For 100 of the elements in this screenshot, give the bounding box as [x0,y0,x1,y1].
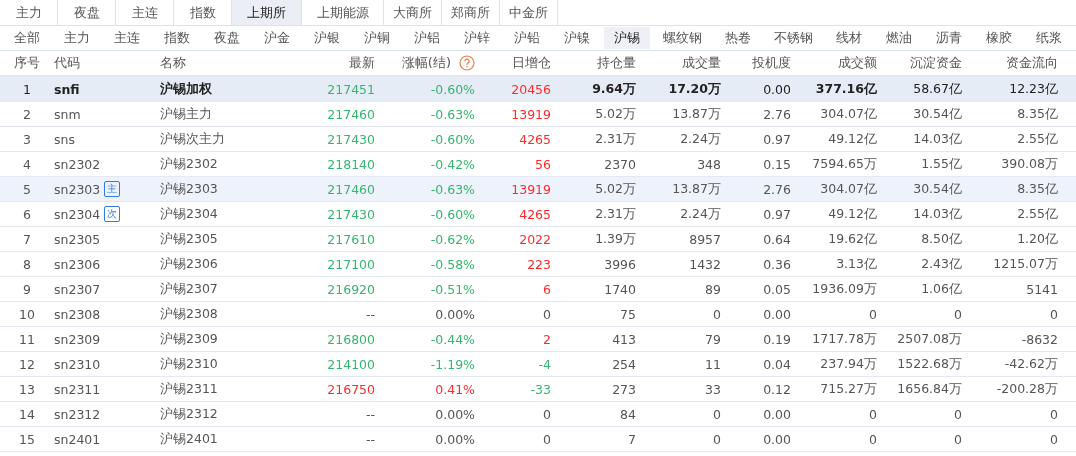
table-row[interactable]: 5 sn2303 主 沪锡2303 217460 -0.63% 13919 5.02万 13.87万 2.76 304.07亿 30.54亿 8.35亿 [0,177,1076,202]
table-cell: sn2302 [54,156,101,172]
table-cell: 49.12亿 [828,130,877,148]
table-cell: 2507.08万 [897,330,962,348]
table-cell: 0.41% [435,381,475,397]
table-cell: 0 [869,306,877,322]
table-cell: 2 [23,106,31,122]
table-cell: 7 [23,231,31,247]
table-cell: 1.55亿 [921,155,962,173]
table-cell: 8.50亿 [921,230,962,248]
table-row[interactable]: 8 sn2306 沪锡2306 217100 -0.58% 223 3996 1432 0.36 3.13亿 2.43亿 1215.07万 [0,252,1076,277]
column-header[interactable]: 成交额 [838,54,877,72]
column-header[interactable]: 序号 [14,54,40,72]
column-header[interactable]: 涨幅(结) [401,54,451,72]
table-cell: 14.03亿 [913,205,962,223]
table-cell: 13919 [511,106,551,122]
table-cell: 17.20万 [668,80,721,98]
product-tab[interactable]: 沪锡 [604,27,650,49]
table-cell: 2.55亿 [1017,130,1058,148]
table-cell: 3996 [604,256,636,272]
table-row[interactable]: 12 sn2310 沪锡2310 214100 -1.19% -4 254 11 0.04 237.94万 1522.68万 -42.62万 [0,352,1076,377]
table-cell: 12.23亿 [1009,80,1058,98]
table-cell: 2.24万 [680,130,721,148]
table-cell: -- [365,431,375,447]
table-cell: 0 [1050,306,1058,322]
table-cell: 1432 [689,256,721,272]
table-cell: 304.07亿 [820,180,877,198]
table-row[interactable]: 15 sn2401 沪锡2401 -- 0.00% 0 7 0 0.00 0 0 0 [0,427,1076,452]
exchange-tab[interactable]: 上期所 [232,0,302,25]
table-cell: 13.87万 [672,180,721,198]
column-header[interactable]: 资金流向 [1006,54,1058,72]
table-cell: 348 [697,156,721,172]
table-row[interactable]: 1 snfi 沪锡加权 217451 -0.60% 20456 9.64万 17.20万 0.00 377.16亿 58.67亿 12.23亿 [0,77,1076,102]
table-cell: 9 [23,281,31,297]
column-header[interactable]: 沉淀资金 [910,54,962,72]
table-cell: 0.00 [763,81,791,97]
table-cell: -0.63% [430,106,475,122]
table-cell: -8632 [1021,331,1058,347]
table-cell: 0 [1050,431,1058,447]
table-cell: 0.00% [435,431,475,447]
table-cell: 237.94万 [820,355,877,373]
table-cell: 49.12亿 [828,205,877,223]
table-cell: 390.08万 [1001,155,1058,173]
table-row[interactable]: 6 sn2304 次 沪锡2304 217430 -0.60% 4265 2.31万 2.24万 0.97 49.12亿 14.03亿 2.55亿 [0,202,1076,227]
table-cell: -4 [538,356,551,372]
table-cell: 2.31万 [595,205,636,223]
table-cell: 20456 [511,81,551,97]
table-cell: sn2305 [54,231,101,247]
table-row[interactable]: 13 sn2311 沪锡2311 216750 0.41% -33 273 33 0.12 715.27万 1656.84万 -200.28万 [0,377,1076,402]
help-icon[interactable] [459,55,475,71]
table-row[interactable]: 2 snm 沪锡主力 217460 -0.63% 13919 5.02万 13.87万 2.76 304.07亿 30.54亿 8.35亿 [0,102,1076,127]
table-cell: 6 [543,281,551,297]
table-cell: 4265 [519,206,551,222]
table-cell: 沪锡2302 [160,155,218,173]
table-cell: 0 [1050,406,1058,422]
table-cell: 2.76 [763,181,791,197]
table-cell: 1215.07万 [993,255,1058,273]
column-header[interactable]: 成交量 [682,54,721,72]
table-cell: 2370 [604,156,636,172]
table-cell: 2.43亿 [921,255,962,273]
table-cell: 58.67亿 [913,80,962,98]
table-cell: 13.87万 [672,105,721,123]
table-cell: 2.31万 [595,130,636,148]
table-cell: 5141 [1026,281,1058,297]
table-cell: 1 [23,81,31,97]
table-cell: 1656.84万 [897,380,962,398]
column-header[interactable]: 日增仓 [512,54,551,72]
column-header[interactable]: 最新 [349,54,375,72]
table-cell: 2.55亿 [1017,205,1058,223]
table-cell: 7594.65万 [812,155,877,173]
table-cell: -33 [530,381,551,397]
table-cell: 223 [527,256,551,272]
table-cell: 0 [954,306,962,322]
table-cell: 3.13亿 [836,255,877,273]
table-row[interactable]: 11 sn2309 沪锡2309 216800 -0.44% 2 413 79 0.19 1717.78万 2507.08万 -8632 [0,327,1076,352]
table-cell: -0.58% [430,256,475,272]
table-cell: 2.24万 [680,205,721,223]
column-header[interactable]: 名称 [160,54,186,72]
table-cell: 304.07亿 [820,105,877,123]
table-cell: snfi [54,81,80,97]
table-cell: 沪锡2308 [160,305,218,323]
column-header[interactable]: 代码 [54,54,80,72]
table-cell: 2.76 [763,106,791,122]
column-header[interactable]: 持仓量 [597,54,636,72]
table-cell: 7 [628,431,636,447]
table-cell: -0.42% [430,156,475,172]
column-header[interactable]: 投机度 [752,54,791,72]
table-cell: 0 [954,431,962,447]
table-row[interactable]: 9 sn2307 沪锡2307 216920 -0.51% 6 1740 89 0.05 1936.09万 1.06亿 5141 [0,277,1076,302]
table-cell: sn2306 [54,256,101,272]
table-cell: 75 [620,306,636,322]
table-cell: 217451 [327,81,375,97]
table-row[interactable]: 3 sns 沪锡次主力 217430 -0.60% 4265 2.31万 2.24万 0.97 49.12亿 14.03亿 2.55亿 [0,127,1076,152]
table-cell: 1740 [604,281,636,297]
table-row[interactable]: 7 sn2305 沪锡2305 217610 -0.62% 2022 1.39万 8957 0.64 19.62亿 8.50亿 1.20亿 [0,227,1076,252]
table-row[interactable]: 14 sn2312 沪锡2312 -- 0.00% 0 84 0 0.00 0 0 0 [0,402,1076,427]
table-row[interactable]: 10 sn2308 沪锡2308 -- 0.00% 0 75 0 0.00 0 0 0 [0,302,1076,327]
table-cell: 5.02万 [595,180,636,198]
table-cell: 30.54亿 [913,105,962,123]
table-cell: 217610 [327,231,375,247]
